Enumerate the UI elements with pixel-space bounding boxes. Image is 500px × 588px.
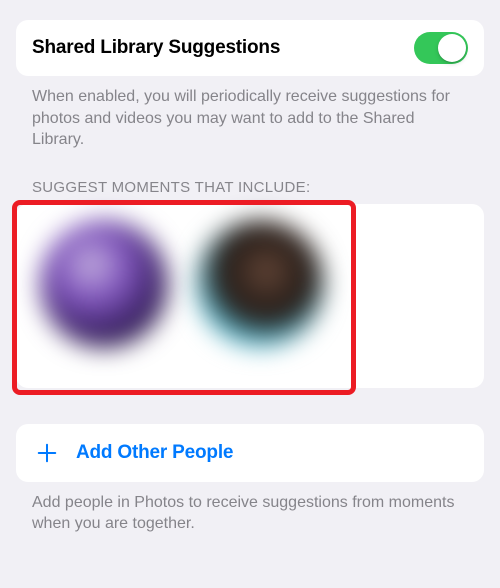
plus-icon	[32, 438, 62, 468]
suggested-people-card	[16, 204, 484, 388]
person-avatar-2[interactable]	[196, 220, 324, 348]
shared-library-suggestions-title: Shared Library Suggestions	[32, 37, 280, 59]
shared-library-suggestions-toggle[interactable]	[414, 32, 468, 64]
add-other-people-label: Add Other People	[76, 442, 233, 464]
suggest-moments-header: SUGGEST MOMENTS THAT INCLUDE:	[16, 151, 484, 204]
add-other-people-button[interactable]: Add Other People	[16, 424, 484, 482]
toggle-knob	[438, 34, 466, 62]
shared-library-suggestions-row: Shared Library Suggestions	[16, 20, 484, 76]
add-people-description: Add people in Photos to receive suggesti…	[16, 482, 484, 535]
suggestions-description: When enabled, you will periodically rece…	[16, 76, 484, 151]
person-avatar-1[interactable]	[40, 220, 168, 348]
avatar-row	[32, 216, 468, 348]
